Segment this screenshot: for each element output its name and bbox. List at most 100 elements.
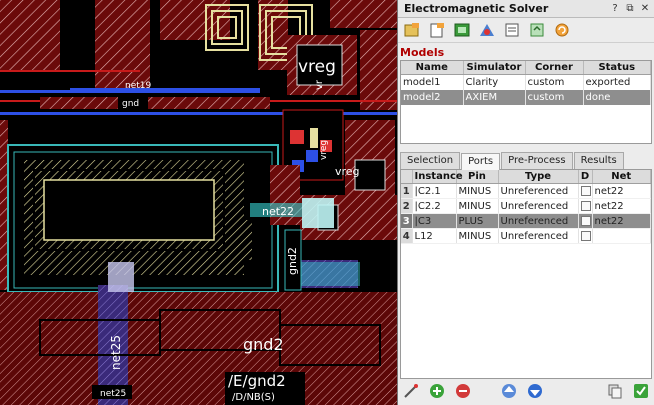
pick-icon [404,384,418,398]
column-header-d[interactable]: D [578,170,593,184]
port-d-cell [578,198,593,214]
port-net: net22 [592,198,651,214]
ports-header-row: Instance Pin Type D Net [401,170,651,184]
settings-button[interactable] [501,20,523,40]
label-vreg-vertical: vreg [319,140,329,160]
label-gnd2: gnd2 [243,335,284,354]
minus-icon [456,384,470,398]
port-d-checkbox[interactable] [580,230,591,241]
port-net: net22 [592,213,651,229]
new-model-icon [404,23,419,37]
close-icon: ✕ [640,3,650,14]
label-vr: vr [314,79,325,90]
port-instance: |C2.2 [412,198,457,214]
label-e-gnd2: /E/gnd2 [228,372,286,390]
ports-table: Instance Pin Type D Net 1 |C2.1 MINUS Un… [400,170,652,379]
copy-button[interactable] [605,382,625,400]
help-button[interactable]: ? [609,3,621,15]
remove-port-button[interactable] [453,382,473,400]
column-header-net[interactable]: Net [592,170,651,184]
label-gnd2-vertical: gnd2 [286,247,299,275]
new-model-button[interactable] [401,20,423,40]
models-header-row: Name Simulator Corner Status [401,61,651,75]
float-button[interactable]: ⧉ [624,3,636,15]
port-type[interactable]: Unreferenced [498,183,579,199]
model-status: exported [583,74,651,90]
port-pin: PLUS [456,213,499,229]
add-port-button[interactable] [427,382,447,400]
tab-selection[interactable]: Selection [400,152,461,169]
port-type[interactable]: Unreferenced [498,228,579,244]
port-row[interactable]: 2 |C2.2 MINUS Unreferenced net22 [401,198,651,214]
refresh-button[interactable] [526,20,548,40]
label-e-gnd2-sub: /D/NB(S) [232,392,275,403]
undo-button[interactable] [551,20,573,40]
port-type[interactable]: Unreferenced [498,213,579,229]
port-row-selected[interactable]: 3 |C3 PLUS Unreferenced net22 [401,213,651,229]
row-number-header [401,170,413,184]
pick-port-button[interactable] [401,382,421,400]
add-model-button[interactable] [426,20,448,40]
label-gnd-top: gnd [122,99,139,109]
solver-toolbar [398,18,654,43]
port-d-checkbox[interactable] [580,215,591,226]
layout-canvas[interactable]: net19 gnd vreg vr vreg vreg net22 gnd2 g… [0,0,397,405]
move-down-button[interactable] [525,382,545,400]
row-number: 2 [401,198,413,214]
label-net22: net22 [262,205,294,218]
model-corner: custom [525,74,584,90]
port-row[interactable]: 1 |C2.1 MINUS Unreferenced net22 [401,183,651,199]
column-header-status[interactable]: Status [583,61,651,75]
port-setup-button[interactable] [476,20,498,40]
port-d-checkbox[interactable] [580,200,591,211]
simulate-button[interactable] [451,20,473,40]
tab-pre-process[interactable]: Pre-Process [501,152,573,169]
port-type[interactable]: Unreferenced [498,198,579,214]
settings-icon [505,23,519,37]
ports-bottom-toolbar [398,377,654,405]
row-number: 1 [401,183,413,199]
undo-icon [555,23,569,37]
arrow-up-icon [502,384,516,398]
port-pin: MINUS [456,228,499,244]
port-pin: MINUS [456,183,499,199]
port-row[interactable]: 4 L12 MINUS Unreferenced [401,228,651,244]
row-number: 4 [401,228,413,244]
tab-ports[interactable]: Ports [461,153,501,170]
column-header-instance[interactable]: Instance [412,170,463,184]
label-net19: net19 [125,81,151,91]
simulate-icon [454,23,470,37]
layout-drawing: net19 gnd vreg vr vreg vreg net22 gnd2 g… [0,0,397,405]
column-header-simulator[interactable]: Simulator [463,61,526,75]
model-row-selected[interactable]: model2 AXIEM custom done [401,90,651,105]
float-icon: ⧉ [626,3,634,14]
port-instance: |C3 [412,213,457,229]
column-header-corner[interactable]: Corner [525,61,584,75]
panel-titlebar: Electromagnetic Solver ? ⧉ ✕ [398,0,654,18]
move-up-button[interactable] [499,382,519,400]
port-d-cell [578,228,593,244]
model-row[interactable]: model1 Clarity custom exported [401,74,651,90]
port-net: net22 [592,183,651,199]
models-table: Name Simulator Corner Status model1 Clar… [400,60,652,144]
window-title: Electromagnetic Solver [404,2,549,15]
row-number: 3 [401,213,413,229]
port-d-checkbox[interactable] [580,185,591,196]
tab-results[interactable]: Results [573,152,624,169]
port-setup-icon [480,24,494,36]
column-header-type[interactable]: Type [498,170,579,184]
label-vreg-big: vreg [298,57,336,77]
column-header-name[interactable]: Name [401,61,464,75]
copy-icon [608,384,622,399]
close-button[interactable]: ✕ [639,3,651,15]
model-corner: custom [525,90,584,105]
model-simulator: Clarity [463,74,526,90]
plus-icon [430,384,444,398]
port-net [592,228,651,244]
label-vreg-small: vreg [335,165,360,178]
model-status: done [583,90,651,105]
apply-button[interactable] [631,382,651,400]
port-pin: MINUS [456,198,499,214]
model-name: model1 [401,74,464,90]
electromagnetic-solver-panel: Electromagnetic Solver ? ⧉ ✕ Models Name… [397,0,654,405]
